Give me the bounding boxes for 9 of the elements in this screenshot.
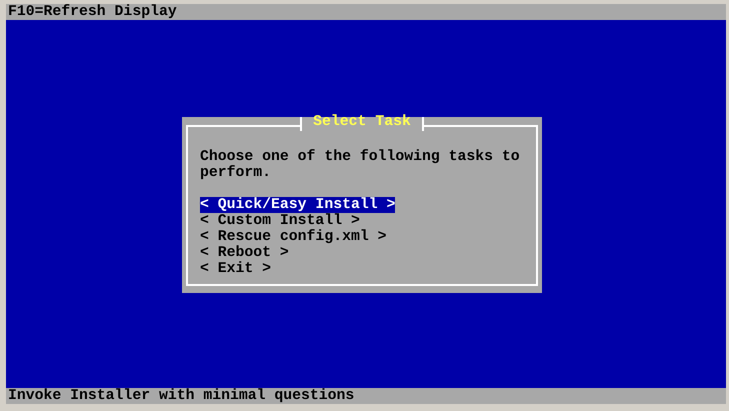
- dialog-title: Select Task: [313, 114, 411, 130]
- menu-option[interactable]: < Exit >: [200, 261, 272, 277]
- menu-option[interactable]: < Rescue config.xml >: [200, 229, 386, 245]
- menu-option[interactable]: < Quick/Easy Install >: [200, 197, 396, 213]
- dialog-prompt: Choose one of the following tasks to perform.: [200, 149, 521, 181]
- status-bar: Invoke Installer with minimal questions: [6, 388, 726, 404]
- menu-option[interactable]: < Reboot >: [200, 245, 289, 261]
- menu-option[interactable]: < Custom Install >: [200, 213, 360, 229]
- refresh-hint: F10=Refresh Display: [6, 4, 726, 20]
